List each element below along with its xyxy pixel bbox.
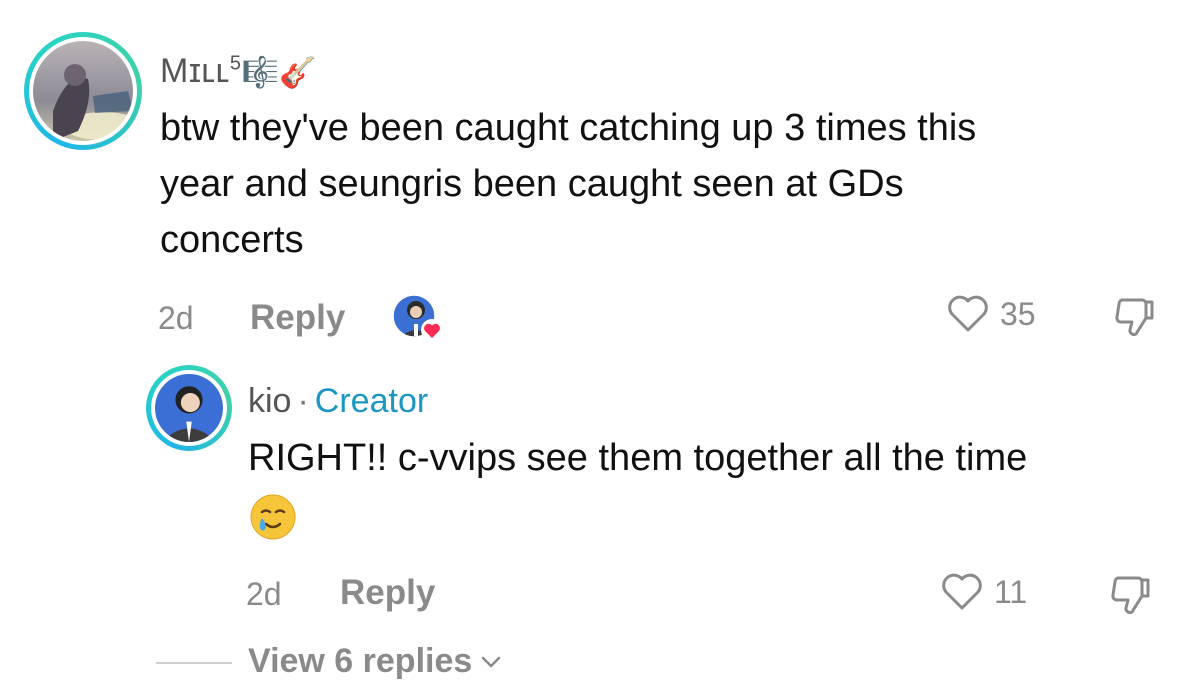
- heart-outline-icon: [948, 295, 988, 332]
- comment-thread: Mɪʟʟ5🎼🎸 btw they've been caught catching…: [0, 0, 1200, 694]
- heart-outline-icon: [942, 573, 982, 610]
- avatar-image: [155, 374, 223, 442]
- avatar-photo-icon: [155, 374, 223, 442]
- avatar-ring-inner: [29, 37, 137, 145]
- replies-divider: [156, 662, 232, 664]
- thumbs-down-icon: [1115, 298, 1154, 337]
- thumbs-down-icon: [1111, 576, 1150, 615]
- avatar-ring-inner: [151, 370, 227, 446]
- creator-liked-icon: [392, 294, 443, 341]
- smiling-tear-emoji-icon: [248, 492, 298, 547]
- reply-to-reply-button[interactable]: Reply: [340, 573, 435, 613]
- reply-like-count: 11: [994, 573, 1028, 610]
- creator-badge: Creator: [314, 382, 429, 420]
- dislike-button[interactable]: [1112, 294, 1158, 345]
- comment-line-2: year and seungris been caught seen at GD…: [160, 163, 904, 205]
- comment-timestamp: 2d: [158, 300, 194, 336]
- reply-dislike-button[interactable]: [1108, 572, 1154, 623]
- chevron-down-icon: [482, 656, 501, 667]
- creator-liked-avatar: [392, 292, 446, 346]
- reply-button[interactable]: Reply: [250, 298, 345, 338]
- like-count: 35: [1000, 295, 1036, 332]
- username-superscript: 5: [229, 52, 242, 75]
- comment-line-3: concerts: [160, 219, 304, 261]
- username-decoration: 🎼🎸: [241, 56, 318, 90]
- comment-body: btw they've been caught catching up 3 ti…: [160, 100, 976, 268]
- avatar-photo-icon: [33, 41, 133, 141]
- reply-line-1: RIGHT!! c-vvips see them together all th…: [248, 437, 1028, 479]
- comment-like[interactable]: 35: [946, 294, 1036, 334]
- reply-username-text: kio: [248, 382, 292, 420]
- avatar-image: [33, 41, 133, 141]
- commenter-avatar[interactable]: [24, 32, 142, 150]
- username-text: Mɪʟʟ: [160, 52, 230, 90]
- separator-dot: ·: [297, 382, 309, 420]
- view-replies-button[interactable]: View 6 replies: [248, 642, 502, 681]
- reply-body: RIGHT!! c-vvips see them together all th…: [248, 430, 1027, 486]
- reply-author-avatar[interactable]: [146, 365, 232, 451]
- reply-timestamp: 2d: [246, 576, 282, 612]
- reply-like[interactable]: 11: [940, 572, 1027, 612]
- commenter-username[interactable]: Mɪʟʟ5🎼🎸: [160, 52, 317, 91]
- reply-author-name[interactable]: kio · Creator: [248, 382, 428, 421]
- view-replies-label: View 6 replies: [248, 642, 473, 680]
- comment-line-1: btw they've been caught catching up 3 ti…: [160, 107, 977, 149]
